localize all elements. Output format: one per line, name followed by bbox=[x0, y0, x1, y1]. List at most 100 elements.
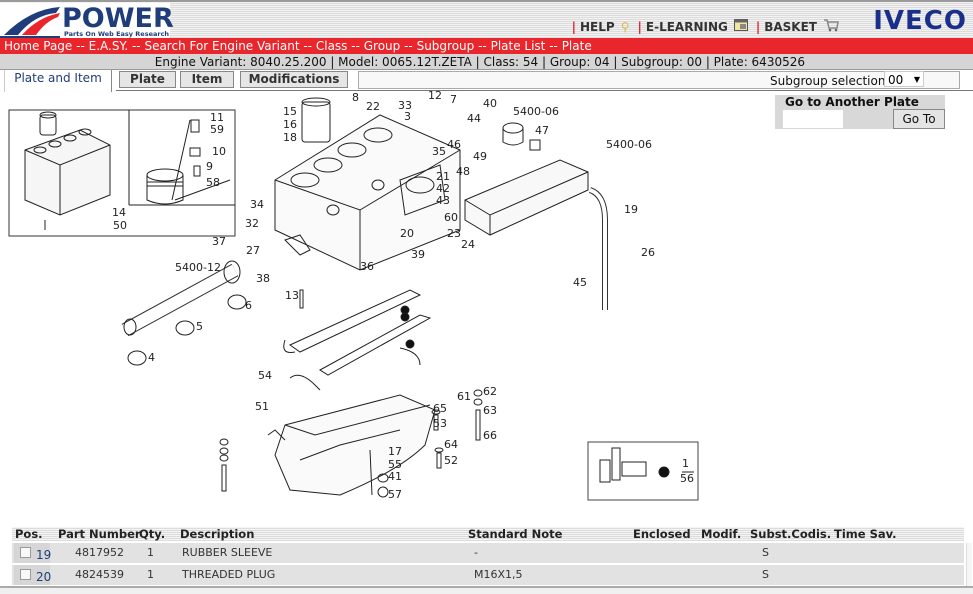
breadcrumb-separator: -- bbox=[299, 39, 316, 53]
callout-label[interactable]: 60 bbox=[444, 211, 458, 224]
callout-label[interactable]: 40 bbox=[483, 97, 497, 110]
window-icon bbox=[733, 19, 748, 34]
callout-label[interactable]: 9 bbox=[206, 160, 213, 173]
plate-info-bar: Engine Variant: 8040.25.200 | Model: 006… bbox=[0, 54, 973, 70]
callout-label[interactable]: 1 bbox=[682, 457, 689, 470]
callout-label[interactable]: 51 bbox=[255, 400, 269, 413]
goto-plate-title: Go to Another Plate bbox=[785, 95, 919, 109]
callout-label[interactable]: 46 bbox=[447, 138, 461, 151]
callout-label[interactable]: 61 bbox=[457, 390, 471, 403]
callout-label[interactable]: 65 bbox=[433, 402, 447, 415]
callout-label[interactable]: 54 bbox=[258, 369, 272, 382]
callout-label[interactable]: 49 bbox=[473, 150, 487, 163]
callout-label[interactable]: 24 bbox=[461, 238, 475, 251]
callout-label[interactable]: 43 bbox=[436, 194, 450, 207]
breadcrumb-item[interactable]: E.A.SY. bbox=[89, 39, 129, 53]
callout-label[interactable]: 53 bbox=[433, 417, 447, 430]
callout-label[interactable]: 20 bbox=[400, 227, 414, 240]
row-standard-note: M16X1,5 bbox=[474, 568, 523, 581]
row-checkbox[interactable] bbox=[20, 569, 31, 580]
callout-label[interactable]: 23 bbox=[447, 227, 461, 240]
callout-label[interactable]: 15 bbox=[283, 105, 297, 118]
callout-label[interactable]: 6 bbox=[245, 299, 252, 312]
breadcrumb-item[interactable]: Plate bbox=[562, 39, 592, 53]
help-link[interactable]: HELP bbox=[580, 20, 615, 34]
callout-label[interactable]: 5400-12 bbox=[175, 261, 221, 274]
callout-label[interactable]: 63 bbox=[483, 404, 497, 417]
col-time-sav: Time Sav. bbox=[834, 527, 897, 541]
breadcrumb-item[interactable]: Class bbox=[316, 39, 348, 53]
callout-label[interactable]: 57 bbox=[388, 488, 402, 501]
callout-label[interactable]: 13 bbox=[285, 289, 299, 302]
callout-label[interactable]: 4 bbox=[148, 351, 155, 364]
callout-label[interactable]: 5400-06 bbox=[606, 138, 652, 151]
logo-subtitle: Parts On Web Easy Research bbox=[64, 30, 170, 38]
table-row[interactable]: 20 4824539 1 THREADED PLUG M16X1,5 S bbox=[12, 565, 964, 585]
callout-label[interactable]: 45 bbox=[573, 276, 587, 289]
row-pos[interactable]: 20 bbox=[36, 567, 51, 587]
callout-label[interactable]: 50 bbox=[113, 219, 127, 232]
col-qty: Qty. bbox=[139, 527, 166, 541]
row-checkbox[interactable] bbox=[20, 547, 31, 558]
callout-label[interactable]: 39 bbox=[411, 248, 425, 261]
callout-label[interactable]: 66 bbox=[483, 429, 497, 442]
callout-label[interactable]: 22 bbox=[366, 100, 380, 113]
callout-label[interactable]: 18 bbox=[283, 131, 297, 144]
callout-label[interactable]: 62 bbox=[483, 385, 497, 398]
top-bar: POWER Parts On Web Easy Research | HELP … bbox=[0, 0, 973, 39]
callout-label[interactable]: 3 bbox=[404, 110, 411, 123]
tab-plate-and-item[interactable]: Plate and Item bbox=[4, 70, 112, 92]
exploded-parts-diagram[interactable]: 151618822 33312 7 40445400-06475400-0646494… bbox=[0, 90, 770, 520]
go-to-button[interactable]: Go To bbox=[893, 109, 945, 129]
col-modif: Modif. bbox=[701, 527, 742, 541]
plate-number-input[interactable] bbox=[783, 110, 843, 128]
callout-label[interactable]: 16 bbox=[283, 118, 297, 131]
modifications-button[interactable]: Modifications bbox=[240, 71, 348, 88]
callout-label[interactable]: 64 bbox=[444, 438, 458, 451]
breadcrumb-separator: -- bbox=[347, 39, 364, 53]
callout-label[interactable]: 59 bbox=[210, 123, 224, 136]
basket-link[interactable]: BASKET bbox=[764, 20, 817, 34]
callout-label[interactable]: 56 bbox=[680, 472, 694, 485]
callout-label[interactable]: 36 bbox=[360, 260, 374, 273]
callout-label[interactable]: 10 bbox=[212, 145, 226, 158]
callout-label[interactable]: 32 bbox=[245, 217, 259, 230]
callout-label[interactable]: 35 bbox=[432, 145, 446, 158]
item-button[interactable]: Item bbox=[180, 71, 234, 88]
power-logo[interactable]: POWER Parts On Web Easy Research bbox=[0, 3, 174, 39]
e-learning-link[interactable]: E-LEARNING bbox=[646, 20, 728, 34]
breadcrumb-item[interactable]: Plate List bbox=[491, 39, 546, 53]
callout-label[interactable]: 12 bbox=[428, 90, 442, 102]
callout-label[interactable]: 38 bbox=[256, 272, 270, 285]
bottom-bar bbox=[0, 586, 973, 594]
callout-label[interactable]: 5 bbox=[196, 320, 203, 333]
callout-label[interactable]: 19 bbox=[624, 203, 638, 216]
row-qty: 1 bbox=[147, 546, 154, 559]
subgroup-select[interactable]: 00 ▼ bbox=[884, 71, 924, 87]
row-pos[interactable]: 19 bbox=[36, 545, 51, 565]
callout-label[interactable]: 7 bbox=[450, 93, 457, 106]
callout-label[interactable]: 52 bbox=[444, 454, 458, 467]
breadcrumb-item[interactable]: Home Page bbox=[4, 39, 72, 53]
callout-label[interactable]: 17 bbox=[388, 445, 402, 458]
callout-label[interactable]: 14 bbox=[112, 206, 126, 219]
callout-label[interactable]: 58 bbox=[206, 176, 220, 189]
breadcrumb-item[interactable]: Group bbox=[364, 39, 401, 53]
callout-label[interactable]: 41 bbox=[388, 470, 402, 483]
plate-button[interactable]: Plate bbox=[119, 71, 176, 88]
table-scrollbar[interactable] bbox=[966, 543, 972, 586]
table-row[interactable]: 19 4817952 1 RUBBER SLEEVE - S bbox=[12, 543, 964, 563]
breadcrumb-item[interactable]: Search For Engine Variant bbox=[144, 39, 299, 53]
callout-label[interactable]: 47 bbox=[535, 124, 549, 137]
col-description: Description bbox=[180, 527, 255, 541]
callout-label[interactable]: 26 bbox=[641, 246, 655, 259]
breadcrumb-separator: -- bbox=[128, 39, 145, 53]
callout-label[interactable]: 34 bbox=[250, 198, 264, 211]
breadcrumb-item[interactable]: Subgroup bbox=[417, 39, 475, 53]
callout-label[interactable]: 8 bbox=[352, 91, 359, 104]
callout-label[interactable]: 5400-06 bbox=[513, 105, 559, 118]
callout-label[interactable]: 48 bbox=[456, 165, 470, 178]
callout-label[interactable]: 37 bbox=[212, 235, 226, 248]
callout-label[interactable]: 44 bbox=[467, 112, 481, 125]
callout-label[interactable]: 27 bbox=[246, 244, 260, 257]
